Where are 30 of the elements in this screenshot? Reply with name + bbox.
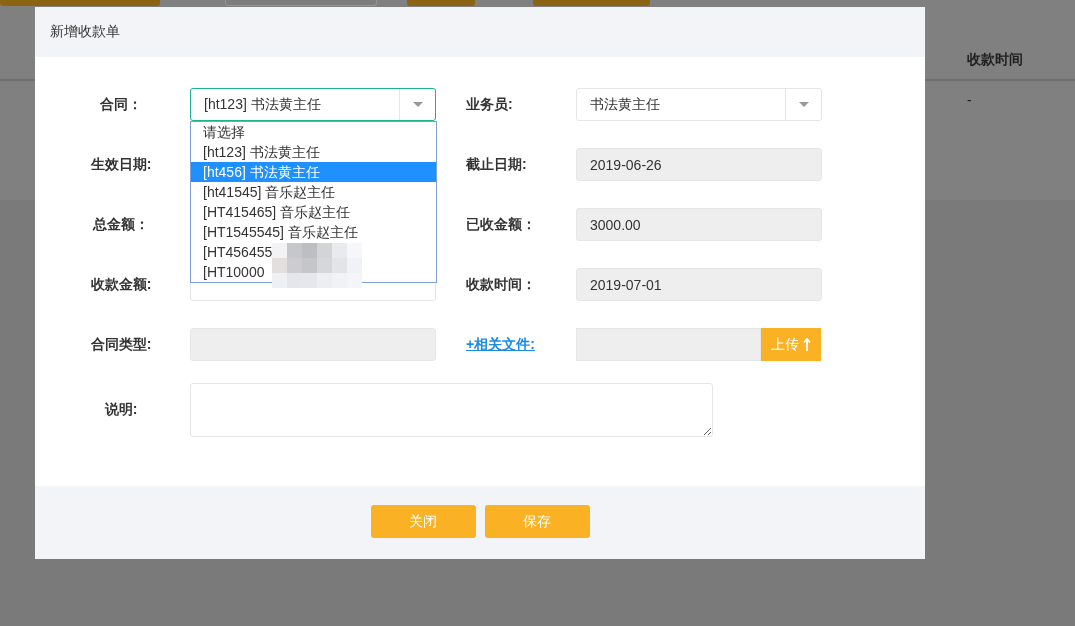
dropdown-option[interactable]: [HT415465] 音乐赵主任 (191, 202, 436, 222)
field-label: 合同类型: (90, 335, 152, 352)
dropdown-option[interactable]: 请选择 (191, 122, 436, 142)
dropdown-option[interactable]: [HT456455 (191, 242, 436, 262)
description-field[interactable] (190, 383, 713, 437)
toolbar-button[interactable] (225, 0, 377, 6)
dialog-title: 新增收款单 (50, 23, 120, 41)
field-label: 总金额： (93, 215, 149, 232)
caret-icon (412, 102, 423, 107)
toolbar-button[interactable] (533, 0, 650, 6)
dropdown-option[interactable]: [ht123] 书法黄主任 (191, 142, 436, 162)
field-label: 业务员: (466, 95, 513, 112)
toolbar-button[interactable] (0, 0, 160, 6)
salesperson-select[interactable]: 书法黄主任 (576, 88, 822, 121)
column-header: 收款时间 (967, 50, 1023, 67)
field-label: 说明: (104, 401, 138, 417)
dropdown-option[interactable]: [HT1545545] 音乐赵主任 (191, 222, 436, 242)
arrow-up-icon (803, 338, 811, 351)
field-label: 合同： (100, 95, 142, 112)
table-cell: - (967, 92, 972, 108)
dropdown-option[interactable]: [ht41545] 音乐赵主任 (191, 182, 436, 202)
contract-select[interactable]: [ht123] 书法黄主任 (190, 88, 436, 121)
toolbar-button[interactable] (407, 0, 475, 6)
field-label: 生效日期: (90, 155, 152, 172)
field-label: 收款金额: (90, 275, 152, 292)
dropdown-option[interactable]: [HT10000 (191, 262, 436, 282)
field-label: 收款时间： (466, 275, 536, 292)
field-label: 已收金额： (466, 215, 536, 232)
field-label: 截止日期: (466, 155, 527, 172)
caret-icon (798, 102, 809, 107)
